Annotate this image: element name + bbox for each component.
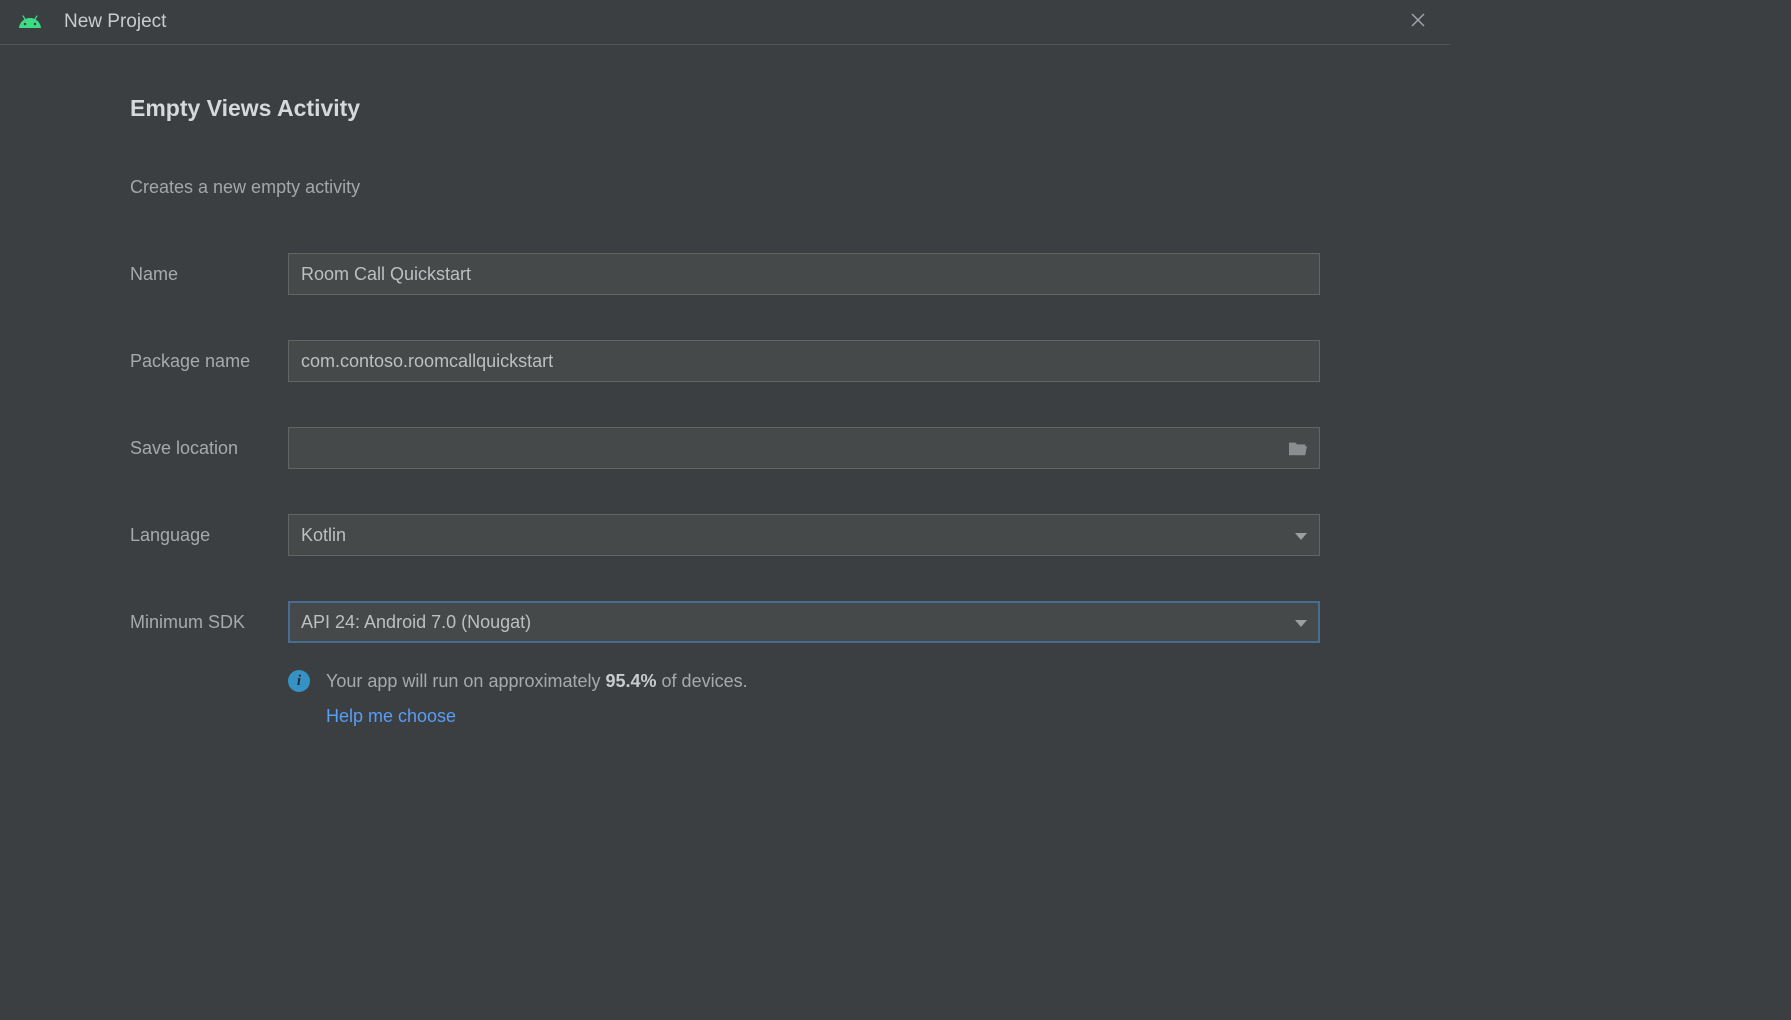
name-input-value: Room Call Quickstart — [301, 264, 471, 285]
package-input-value: com.contoso.roomcallquickstart — [301, 351, 553, 372]
titlebar: New Project — [0, 0, 1450, 45]
save-location-input[interactable] — [288, 427, 1320, 469]
device-coverage-text: Your app will run on approximately 95.4%… — [326, 668, 748, 695]
name-label: Name — [130, 264, 288, 285]
coverage-percent: 95.4% — [606, 671, 657, 691]
minimum-sdk-value: API 24: Android 7.0 (Nougat) — [301, 612, 531, 633]
coverage-prefix: Your app will run on approximately — [326, 671, 606, 691]
android-icon — [18, 10, 42, 34]
chevron-down-icon — [1295, 525, 1307, 546]
page-description: Creates a new empty activity — [130, 177, 1320, 198]
browse-folder-button[interactable] — [1287, 439, 1309, 457]
save-location-label: Save location — [130, 438, 288, 459]
language-select[interactable]: Kotlin — [288, 514, 1320, 556]
name-input[interactable]: Room Call Quickstart — [288, 253, 1320, 295]
help-me-choose-link[interactable]: Help me choose — [326, 703, 456, 730]
language-label: Language — [130, 525, 288, 546]
language-select-value: Kotlin — [301, 525, 346, 546]
minimum-sdk-select[interactable]: API 24: Android 7.0 (Nougat) — [288, 601, 1320, 643]
chevron-down-icon — [1295, 612, 1307, 633]
page-heading: Empty Views Activity — [130, 95, 1320, 122]
close-icon — [1410, 12, 1426, 28]
folder-open-icon — [1287, 439, 1309, 457]
package-input[interactable]: com.contoso.roomcallquickstart — [288, 340, 1320, 382]
package-label: Package name — [130, 351, 288, 372]
coverage-suffix: of devices. — [657, 671, 748, 691]
dialog-title: New Project — [64, 11, 166, 33]
close-button[interactable] — [1410, 12, 1430, 32]
minimum-sdk-label: Minimum SDK — [130, 612, 288, 633]
info-icon: i — [288, 670, 310, 692]
